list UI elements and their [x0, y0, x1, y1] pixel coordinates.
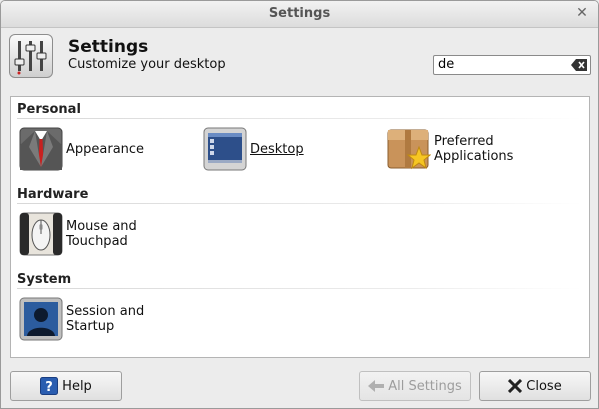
close-button[interactable]: Close	[479, 371, 591, 401]
header: Settings Customize your desktop de	[1, 28, 598, 86]
clear-search-icon[interactable]	[571, 59, 587, 71]
title-bar: Settings ✕	[1, 1, 598, 28]
item-label: Mouse and Touchpad	[66, 219, 137, 249]
item-label: Appearance	[66, 141, 145, 157]
header-title: Settings	[68, 37, 149, 57]
category-hardware: Hardware	[17, 187, 89, 202]
desktop-icon	[203, 127, 247, 171]
search-input[interactable]: de	[433, 55, 591, 75]
mouse-icon	[19, 212, 63, 256]
category-separator	[17, 288, 583, 289]
session-icon	[19, 297, 63, 341]
close-label: Close	[526, 378, 562, 394]
item-mouse-touchpad[interactable]: Mouse and Touchpad	[19, 212, 137, 256]
appearance-icon	[19, 127, 63, 171]
category-system: System	[17, 272, 72, 287]
svg-text:?: ?	[45, 380, 53, 395]
category-separator	[17, 203, 583, 204]
window-close-icon[interactable]: ✕	[574, 5, 590, 21]
item-appearance[interactable]: Appearance	[19, 127, 144, 171]
all-settings-button[interactable]: All Settings	[359, 371, 471, 401]
settings-panel: Personal Appearance Desktop Preferred Ap…	[10, 96, 590, 358]
settings-window: Settings ✕ Settings Customize your deskt…	[0, 0, 599, 409]
category-personal: Personal	[17, 102, 81, 117]
item-label: Preferred Applications	[434, 134, 514, 164]
item-preferred-applications[interactable]: Preferred Applications	[387, 127, 513, 171]
item-label: Session and Startup	[66, 304, 145, 334]
settings-sliders-icon	[9, 34, 53, 78]
item-session-startup[interactable]: Session and Startup	[19, 297, 144, 341]
help-icon: ?	[40, 377, 59, 395]
preferred-applications-icon	[387, 127, 432, 171]
item-label: Desktop	[250, 141, 304, 157]
help-button[interactable]: ? Help	[10, 371, 122, 401]
item-desktop[interactable]: Desktop	[203, 127, 304, 171]
window-title: Settings	[268, 6, 331, 21]
back-arrow-icon	[368, 380, 385, 392]
help-label: Help	[62, 378, 92, 394]
search-value: de	[438, 57, 455, 72]
category-separator	[17, 118, 583, 119]
close-x-icon	[508, 379, 523, 393]
all-settings-label: All Settings	[388, 378, 462, 394]
header-subtitle: Customize your desktop	[68, 57, 226, 72]
